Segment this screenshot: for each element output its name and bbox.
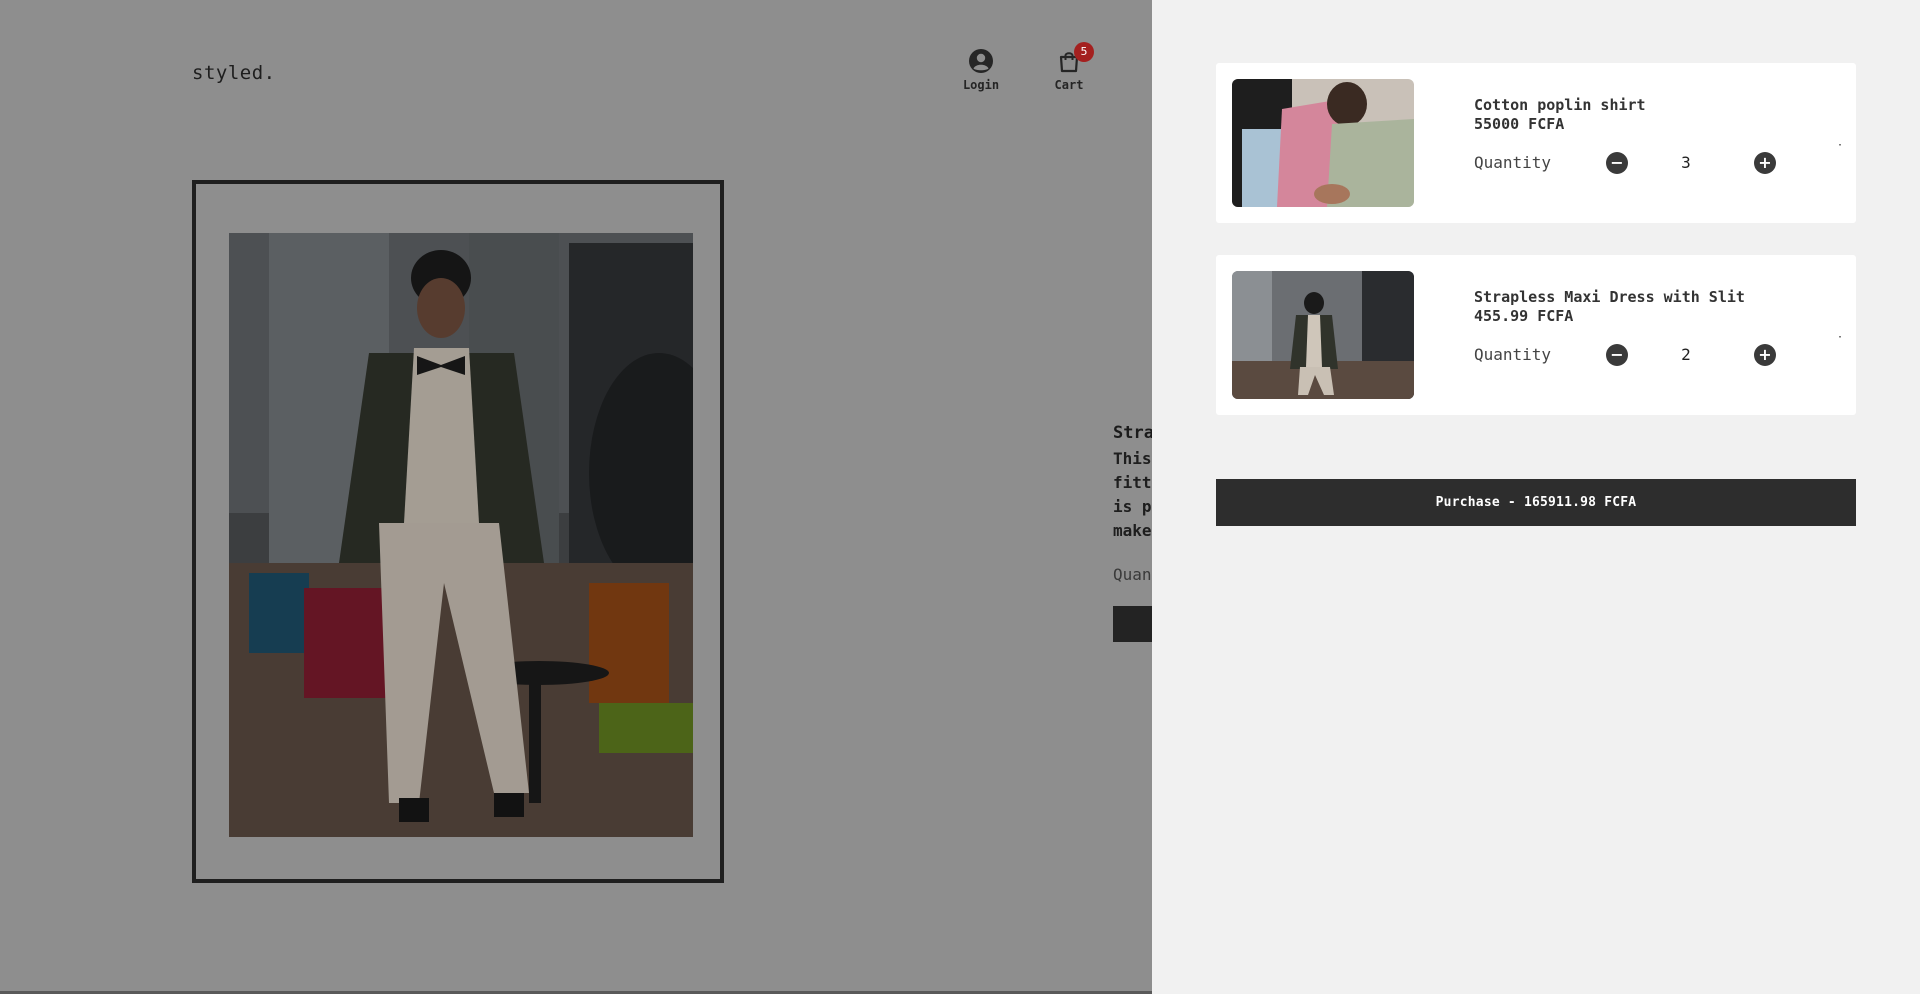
cart-label: Cart <box>1054 78 1084 92</box>
cart-item: Cotton poplin shirt 55000 FCFA Quantity … <box>1216 63 1856 223</box>
cart-item-name: Cotton poplin shirt <box>1474 96 1646 114</box>
shopping-bag-icon: 5 <box>1056 42 1094 74</box>
cart-item: Strapless Maxi Dress with Slit 455.99 FC… <box>1216 255 1856 415</box>
cart-item-price: 55000 FCFA <box>1474 115 1565 133</box>
dot-icon[interactable]: · <box>1837 332 1843 343</box>
user-icon <box>968 48 994 74</box>
increase-quantity-button[interactable]: + <box>1754 152 1776 174</box>
cart-count-badge: 5 <box>1074 42 1094 62</box>
cart-item-price: 455.99 FCFA <box>1474 307 1574 325</box>
decrease-quantity-button[interactable]: − <box>1606 152 1628 174</box>
purchase-button[interactable]: Purchase - 165911.98 FCFA <box>1216 479 1856 526</box>
product-photo[interactable] <box>229 233 693 837</box>
cart-item-name: Strapless Maxi Dress with Slit <box>1474 288 1745 306</box>
cart-link[interactable]: 5 Cart <box>1034 42 1104 92</box>
increase-quantity-button[interactable]: + <box>1754 344 1776 366</box>
decrease-quantity-button[interactable]: − <box>1606 344 1628 366</box>
cart-item-quantity-label: Quantity <box>1474 345 1552 364</box>
login-link[interactable]: Login <box>946 48 1016 92</box>
cart-drawer: Cotton poplin shirt 55000 FCFA Quantity … <box>1152 0 1920 994</box>
cart-item-quantity: 3 <box>1681 153 1691 172</box>
cart-item-thumbnail <box>1232 271 1414 399</box>
cart-item-quantity: 2 <box>1681 345 1691 364</box>
login-label: Login <box>962 78 1000 92</box>
cart-item-thumbnail <box>1232 79 1414 207</box>
dot-icon[interactable]: · <box>1837 140 1843 151</box>
logo[interactable]: styled. <box>192 62 276 84</box>
cart-item-quantity-label: Quantity <box>1474 153 1552 172</box>
